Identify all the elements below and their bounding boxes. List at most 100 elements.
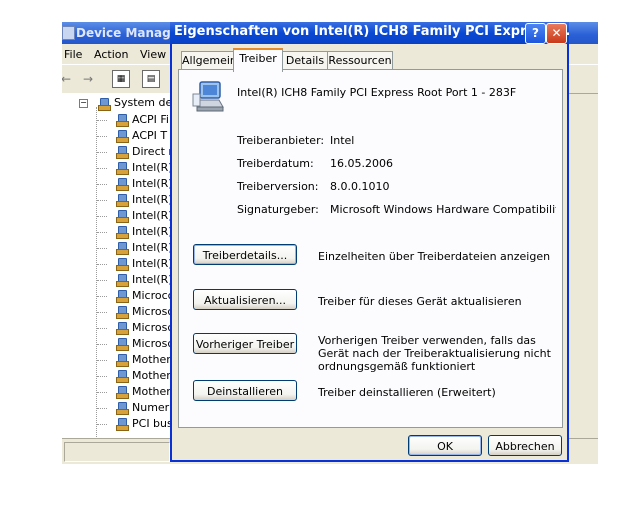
menu-action[interactable]: Action <box>94 48 128 61</box>
tree-connector <box>97 200 107 201</box>
tree-connector <box>97 424 107 425</box>
tree-connector <box>97 360 107 361</box>
update-driver-button[interactable]: Aktualisieren... <box>193 289 297 310</box>
tab-allgemein[interactable]: Allgemein <box>181 51 237 70</box>
driver-date-value: 16.05.2006 <box>330 157 393 170</box>
ok-button[interactable]: OK <box>408 435 482 456</box>
tree-connector <box>97 264 107 265</box>
tab-details[interactable]: Details <box>282 51 328 70</box>
show-hide-tree-icon[interactable]: ▦ <box>112 70 130 88</box>
device-icon <box>116 370 129 383</box>
tree-item-label: Intel(R) <box>132 241 173 254</box>
tree-item[interactable]: Microsc <box>116 337 174 353</box>
tab-ressourcen[interactable]: Ressourcen <box>327 51 393 70</box>
driver-version-label: Treiberversion: <box>237 180 319 193</box>
tree-connector <box>97 168 107 169</box>
device-icon <box>116 194 129 207</box>
tree-connector <box>97 248 107 249</box>
menu-view[interactable]: View <box>140 48 166 61</box>
device-icon <box>116 114 129 127</box>
update-driver-desc: Treiber für dieses Gerät aktualisieren <box>318 295 522 308</box>
tree-item-label: Intel(R) <box>132 225 173 238</box>
tree-connector <box>97 296 107 297</box>
driver-version-value: 8.0.0.1010 <box>330 180 390 193</box>
device-icon <box>116 162 129 175</box>
device-icon <box>116 226 129 239</box>
tree-item-label: Direct r <box>132 145 173 158</box>
tree-item[interactable]: Intel(R) <box>116 193 173 209</box>
device-name: Intel(R) ICH8 Family PCI Express Root Po… <box>237 86 517 99</box>
device-icon <box>116 242 129 255</box>
tree-item[interactable]: Intel(R) <box>116 225 173 241</box>
driver-provider-value: Intel <box>330 134 355 147</box>
forward-arrow-icon[interactable]: → <box>80 71 96 87</box>
device-icon <box>116 386 129 399</box>
status-cell <box>64 442 170 462</box>
tab-treiber[interactable]: Treiber <box>233 48 283 72</box>
tree-item[interactable]: Numeri <box>116 401 172 417</box>
tree-item[interactable]: Mother <box>116 369 171 385</box>
device-icon <box>116 402 129 415</box>
tree-item[interactable]: Mother <box>116 353 171 369</box>
roll-back-driver-button[interactable]: Vorheriger Treiber <box>193 333 297 354</box>
dialog-title: Eigenschaften von Intel(R) ICH8 Family P… <box>174 24 569 39</box>
device-icon <box>116 178 129 191</box>
menu-file[interactable]: File <box>64 48 82 61</box>
tree-item-label: ACPI T <box>132 129 168 142</box>
tree-item-label: Mother <box>132 353 171 366</box>
roll-back-driver-desc: Vorherigen Treiber verwenden, falls das … <box>318 334 551 373</box>
tree-item[interactable]: ACPI Fi <box>116 113 169 129</box>
tree-item[interactable]: PCI bus <box>116 417 173 433</box>
tree-item[interactable]: Microsc <box>116 305 173 321</box>
tree-item[interactable]: Microsc <box>116 321 173 337</box>
tree-connector <box>96 107 97 451</box>
properties-icon[interactable]: ▤ <box>142 70 160 88</box>
device-icon <box>116 418 129 431</box>
dialog-titlebar[interactable]: Eigenschaften von Intel(R) ICH8 Family P… <box>170 22 569 44</box>
tree-connector <box>97 136 107 137</box>
tree-connector <box>97 280 107 281</box>
device-icon <box>116 306 129 319</box>
digital-signer-value: Microsoft Windows Hardware Compatibility… <box>330 203 556 216</box>
tree-item[interactable]: Intel(R) <box>116 257 173 273</box>
close-button[interactable]: ✕ <box>546 23 567 44</box>
tree-item[interactable]: Intel(R) <box>116 177 173 193</box>
tree-connector <box>97 216 107 217</box>
tree-item-label: Mother <box>132 385 171 398</box>
device-icon <box>116 210 129 223</box>
pci-device-icon <box>192 81 224 112</box>
collapse-toggle[interactable]: − <box>79 99 88 108</box>
tree-connector <box>97 120 107 121</box>
device-icon <box>116 322 129 335</box>
device-icon <box>116 354 129 367</box>
tree-item-label: Microsc <box>132 337 174 350</box>
tree-item[interactable]: Direct r <box>116 145 173 161</box>
back-arrow-icon[interactable]: ← <box>62 71 74 87</box>
uninstall-driver-desc: Treiber deinstallieren (Erweitert) <box>318 386 496 399</box>
tree-item[interactable]: Intel(R) <box>116 209 173 225</box>
tree-connector <box>97 408 107 409</box>
tree-item[interactable]: Microcc <box>116 289 174 305</box>
tree-item[interactable]: Intel(R) <box>116 241 173 257</box>
driver-details-button[interactable]: Treiberdetails... <box>193 244 297 265</box>
tree-item-label: Intel(R) <box>132 257 173 270</box>
tree-item-label: Intel(R) <box>132 161 173 174</box>
cancel-button[interactable]: Abbrechen <box>488 435 562 456</box>
help-button[interactable]: ? <box>525 23 546 44</box>
tree-item-label: Microcc <box>132 289 174 302</box>
tree-connector <box>97 184 107 185</box>
device-icon <box>116 130 129 143</box>
tree-item[interactable]: Mother <box>116 385 171 401</box>
system-devices-icon <box>98 98 111 111</box>
device-icon <box>116 258 129 271</box>
tree-item[interactable]: ACPI T <box>116 129 168 145</box>
tree-item[interactable]: Intel(R) <box>116 273 173 289</box>
tree-item-label: Intel(R) <box>132 273 173 286</box>
tree-connector <box>97 392 107 393</box>
tree-item-label: Intel(R) <box>132 209 173 222</box>
device-icon <box>116 290 129 303</box>
uninstall-driver-button[interactable]: Deinstallieren <box>193 380 297 401</box>
driver-details-desc: Einzelheiten über Treiberdateien anzeige… <box>318 250 551 263</box>
tree-item[interactable]: Intel(R) <box>116 161 173 177</box>
tree-item-label: ACPI Fi <box>132 113 169 126</box>
